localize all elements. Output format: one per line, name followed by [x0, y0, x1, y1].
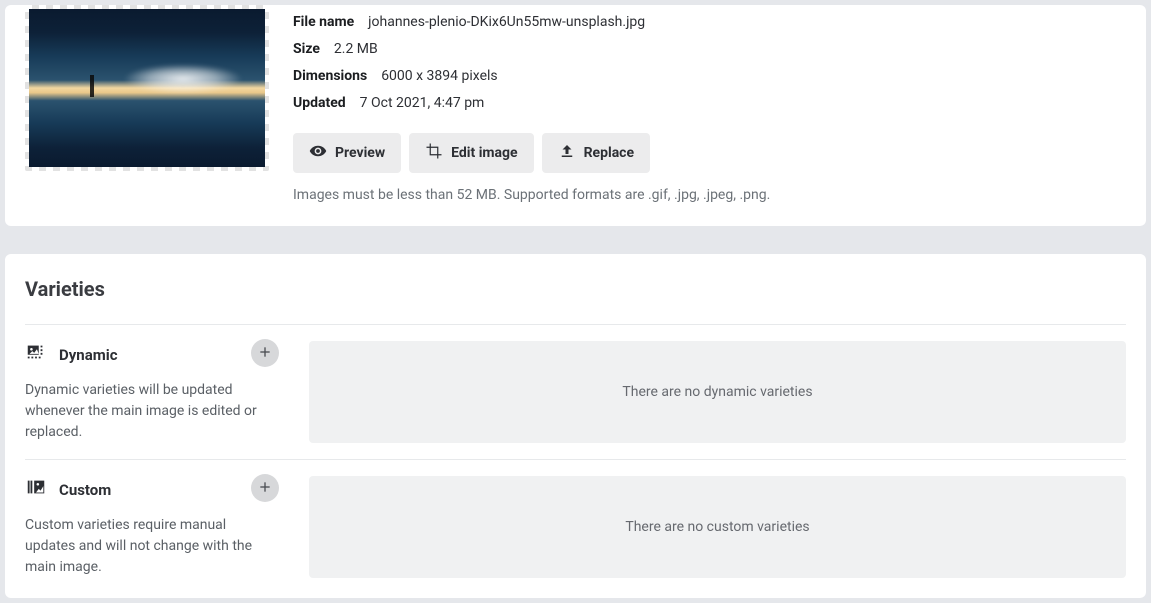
size-value: 2.2 MB	[334, 39, 378, 60]
varieties-title: Varieties	[25, 274, 1126, 304]
edit-image-button-label: Edit image	[451, 145, 517, 161]
file-summary: File name johannes-plenio-DKix6Un55mw-un…	[25, 5, 1126, 206]
plus-icon	[257, 479, 273, 498]
updated-value: 7 Oct 2021, 4:47 pm	[360, 93, 485, 114]
upload-hint: Images must be less than 52 MB. Supporte…	[293, 185, 1126, 206]
eye-icon	[309, 142, 327, 164]
plus-icon	[257, 344, 273, 363]
filename-label: File name	[293, 12, 354, 33]
dynamic-variety-title: Dynamic	[59, 344, 118, 367]
dynamic-variety-desc: Dynamic varieties will be updated whenev…	[25, 380, 279, 443]
custom-variety-empty: There are no custom varieties	[309, 476, 1126, 578]
filename-value: johannes-plenio-DKix6Un55mw-unsplash.jpg	[368, 12, 645, 33]
updated-label: Updated	[293, 93, 346, 114]
upload-icon	[558, 142, 576, 164]
preview-button-label: Preview	[335, 145, 385, 161]
varieties-panel: Varieties Dynamic Dynamic varieties will…	[5, 254, 1146, 598]
image-thumbnail[interactable]	[25, 5, 269, 171]
dynamic-icon	[25, 341, 47, 370]
add-dynamic-variety-button[interactable]	[251, 339, 279, 367]
custom-variety-desc: Custom varieties require manual updates …	[25, 515, 279, 578]
dimensions-value: 6000 x 3894 pixels	[381, 66, 497, 87]
file-actions: Preview Edit image Replace	[293, 133, 1126, 173]
custom-variety-title: Custom	[59, 479, 111, 502]
crop-icon	[425, 142, 443, 164]
custom-variety-row: Custom Custom varieties require manual u…	[25, 459, 1126, 578]
size-label: Size	[293, 39, 320, 60]
replace-button[interactable]: Replace	[542, 133, 650, 173]
dynamic-variety-row: Dynamic Dynamic varieties will be update…	[25, 324, 1126, 443]
custom-icon	[25, 476, 47, 505]
edit-image-button[interactable]: Edit image	[409, 133, 533, 173]
replace-button-label: Replace	[584, 145, 634, 161]
file-metadata: File name johannes-plenio-DKix6Un55mw-un…	[293, 5, 1126, 206]
dynamic-variety-empty: There are no dynamic varieties	[309, 341, 1126, 443]
dimensions-label: Dimensions	[293, 66, 367, 87]
preview-button[interactable]: Preview	[293, 133, 401, 173]
add-custom-variety-button[interactable]	[251, 474, 279, 502]
